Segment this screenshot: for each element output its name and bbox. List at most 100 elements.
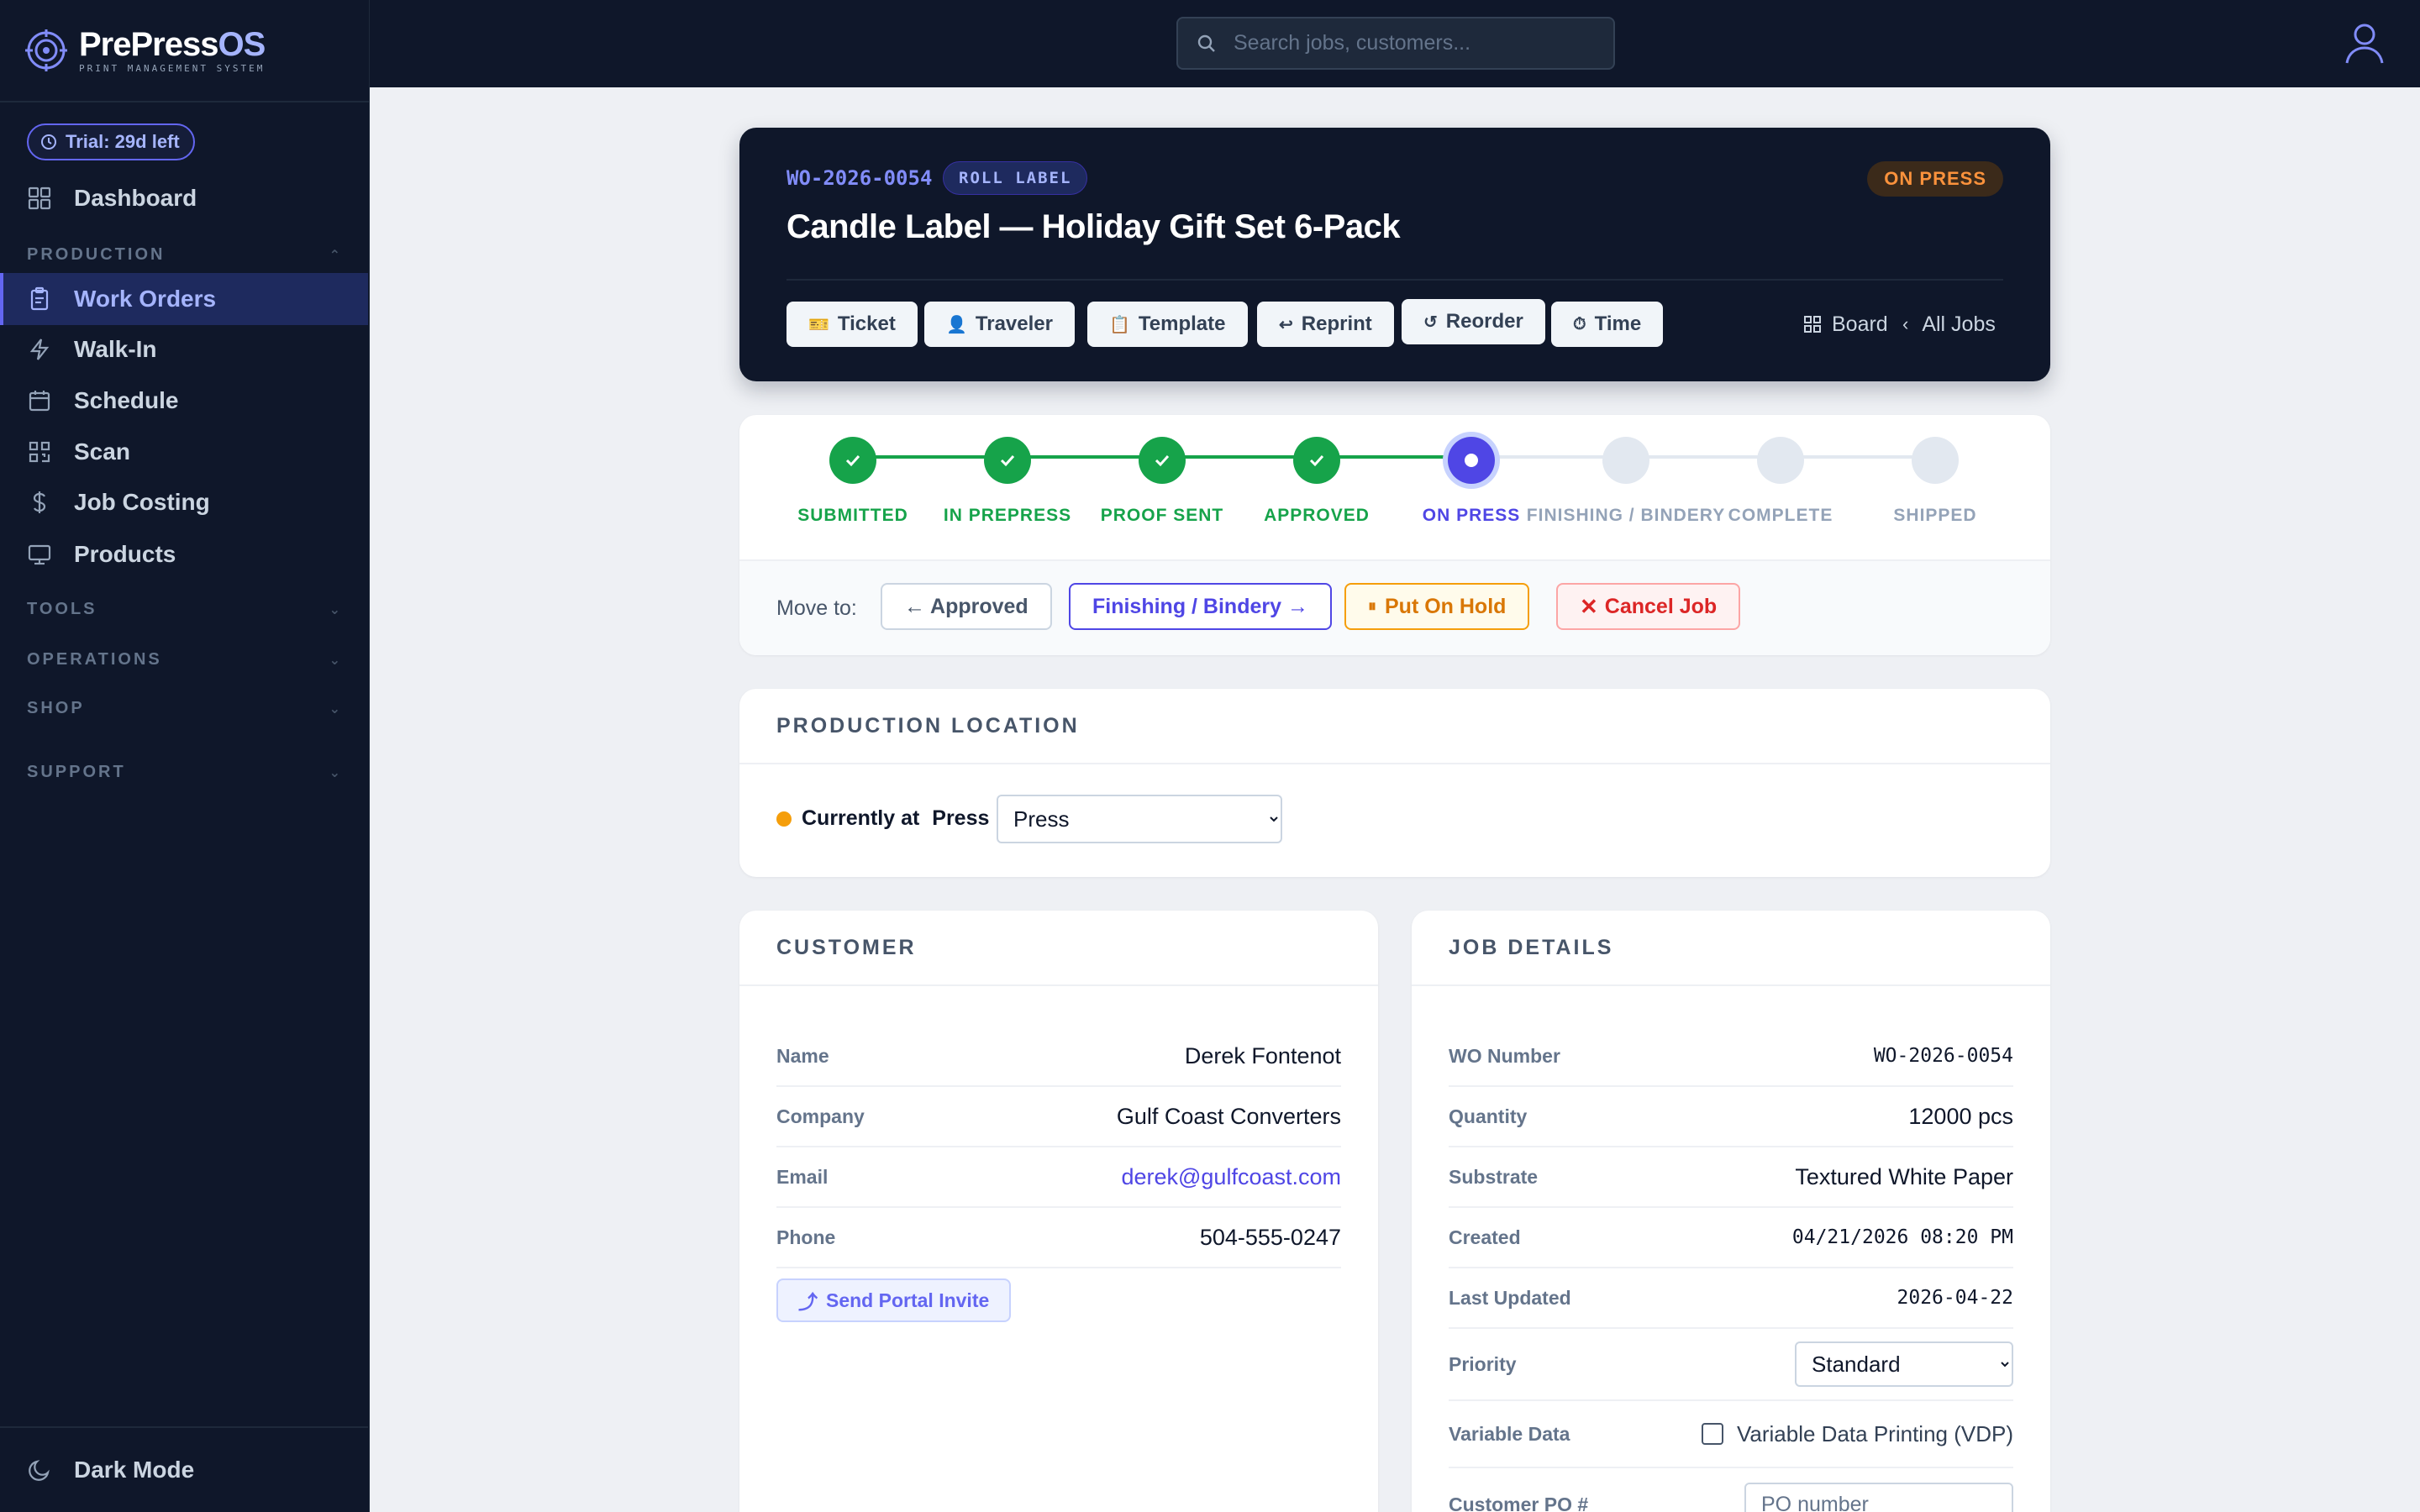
field-label: Variable Data bbox=[1449, 1422, 1570, 1445]
cancel-job-button[interactable]: ✕ Cancel Job bbox=[1556, 583, 1741, 630]
button-label: Send Portal Invite bbox=[826, 1289, 990, 1311]
traveler-icon: 👤 bbox=[946, 315, 967, 334]
check-icon bbox=[845, 454, 860, 467]
last-updated-row: Last Updated 2026-04-22 bbox=[1449, 1268, 2013, 1329]
customer-company-row: Company Gulf Coast Converters bbox=[776, 1087, 1341, 1147]
po-number-input[interactable] bbox=[1744, 1483, 2013, 1512]
section-label: TOOLS bbox=[27, 600, 97, 618]
section-shop[interactable]: SHOP ⌄ bbox=[27, 699, 343, 718]
chevron-down-icon: ⌄ bbox=[329, 765, 343, 780]
search-icon bbox=[1197, 34, 1215, 52]
card-heading: JOB DETAILS bbox=[1412, 911, 2050, 986]
sidebar-item-products[interactable]: Products bbox=[0, 528, 368, 580]
section-tools[interactable]: TOOLS ⌄ bbox=[27, 600, 343, 619]
board-link[interactable]: Board bbox=[1803, 302, 1888, 347]
dark-mode-label: Dark Mode bbox=[74, 1457, 195, 1483]
button-label: Traveler bbox=[975, 312, 1053, 335]
customer-po-row: Customer PO # bbox=[1449, 1468, 2013, 1512]
field-label: Name bbox=[776, 1044, 829, 1067]
field-value: 2026-04-22 bbox=[1897, 1287, 2013, 1309]
field-label: Last Updated bbox=[1449, 1286, 1571, 1309]
search-box[interactable] bbox=[1176, 17, 1615, 70]
customer-email-row: Email derek@gulfcoast.com bbox=[776, 1147, 1341, 1208]
sidebar-item-scan[interactable]: Scan bbox=[0, 426, 368, 478]
section-operations[interactable]: OPERATIONS ⌄ bbox=[27, 650, 343, 669]
chevron-down-icon: ⌄ bbox=[329, 701, 343, 717]
field-value: WO-2026-0054 bbox=[1873, 1045, 2013, 1067]
sidebar-item-dashboard[interactable]: Dashboard bbox=[0, 172, 368, 224]
step-finishing bbox=[1602, 437, 1649, 484]
button-label: Ticket bbox=[837, 312, 896, 335]
hold-button[interactable]: ⏸ Put On Hold bbox=[1344, 583, 1530, 630]
section-label: OPERATIONS bbox=[27, 650, 162, 669]
priority-row: Priority Standard bbox=[1449, 1329, 2013, 1401]
chevron-down-icon: ⌄ bbox=[329, 602, 343, 617]
field-label: Substrate bbox=[1449, 1165, 1539, 1188]
step-approved bbox=[1293, 437, 1340, 484]
field-label: Priority bbox=[1449, 1352, 1517, 1375]
step-complete bbox=[1757, 437, 1804, 484]
field-label: Company bbox=[776, 1105, 865, 1127]
page-title: Candle Label — Holiday Gift Set 6-Pack bbox=[786, 208, 1401, 245]
qr-scan-icon bbox=[29, 441, 50, 463]
field-label: Phone bbox=[776, 1226, 836, 1248]
traveler-button[interactable]: 👤 Traveler bbox=[924, 302, 1075, 347]
move-to-label: Move to: bbox=[776, 596, 857, 620]
quantity-row: Quantity 12000 pcs bbox=[1449, 1087, 2013, 1147]
sidebar-item-job-costing[interactable]: Job Costing bbox=[0, 476, 368, 528]
time-button[interactable]: ⏱ Time bbox=[1551, 302, 1664, 347]
priority-select[interactable]: Standard bbox=[1795, 1341, 2013, 1387]
reprint-button[interactable]: ↩ Reprint bbox=[1257, 302, 1394, 347]
step-label: COMPLETE bbox=[1728, 506, 1833, 525]
button-label: Reorder bbox=[1445, 310, 1523, 333]
move-back-button[interactable]: ← Approved bbox=[881, 583, 1052, 630]
step-label: IN PREPRESS bbox=[943, 506, 1072, 525]
section-production[interactable]: PRODUCTION ⌃ bbox=[27, 245, 343, 265]
all-jobs-label: All Jobs bbox=[1922, 312, 1996, 336]
all-jobs-link[interactable]: ‹ All Jobs bbox=[1902, 302, 1996, 347]
vdp-checkbox[interactable] bbox=[1702, 1423, 1723, 1445]
step-label: SUBMITTED bbox=[797, 506, 908, 525]
step-label: APPROVED bbox=[1264, 506, 1370, 525]
share-arrow-icon: ⤴ bbox=[798, 1291, 818, 1313]
template-button[interactable]: 📋 Template bbox=[1087, 302, 1248, 347]
brand-tagline: PRINT MANAGEMENT SYSTEM bbox=[79, 62, 266, 74]
monitor-icon bbox=[28, 544, 51, 565]
dark-mode-toggle[interactable]: Dark Mode bbox=[0, 1426, 368, 1512]
step-shipped bbox=[1912, 437, 1959, 484]
location-select[interactable]: Press bbox=[997, 795, 1282, 843]
reprint-icon: ↩ bbox=[1279, 315, 1293, 334]
board-label: Board bbox=[1832, 312, 1888, 336]
email-link[interactable]: derek@gulfcoast.com bbox=[1121, 1164, 1341, 1190]
send-portal-invite-button[interactable]: ⤴ Send Portal Invite bbox=[776, 1278, 1012, 1322]
chevron-up-icon: ⌃ bbox=[329, 248, 343, 263]
step-label: SHIPPED bbox=[1893, 506, 1977, 525]
brand-name: PrePressOS bbox=[79, 25, 266, 63]
field-label: Email bbox=[776, 1165, 829, 1188]
brand[interactable]: PrePressOS PRINT MANAGEMENT SYSTEM bbox=[0, 0, 369, 102]
move-to-bar: Move to: ← Approved Finishing / Bindery … bbox=[739, 559, 2050, 655]
field-label: WO Number bbox=[1449, 1044, 1560, 1067]
sidebar-item-walk-in[interactable]: Walk-In bbox=[0, 323, 368, 375]
section-support[interactable]: SUPPORT ⌄ bbox=[27, 763, 343, 782]
job-header-card: WO-2026-0054 ROLL LABEL ON PRESS Candle … bbox=[739, 128, 2050, 381]
vdp-checkbox-wrap[interactable]: Variable Data Printing (VDP) bbox=[1702, 1421, 2013, 1447]
job-details-card: JOB DETAILS WO Number WO-2026-0054 Quant… bbox=[1412, 911, 2050, 1512]
sidebar: PrePressOS PRINT MANAGEMENT SYSTEM Trial… bbox=[0, 0, 370, 1512]
field-value: 12000 pcs bbox=[1908, 1103, 2013, 1129]
user-icon[interactable] bbox=[2343, 21, 2386, 65]
move-forward-button[interactable]: Finishing / Bindery → bbox=[1069, 583, 1332, 630]
status-badge: ON PRESS bbox=[1867, 161, 2003, 197]
reorder-button[interactable]: ↺ Reorder bbox=[1402, 299, 1545, 344]
search-input[interactable] bbox=[1234, 31, 1603, 55]
substrate-row: Substrate Textured White Paper bbox=[1449, 1147, 2013, 1208]
trial-badge[interactable]: Trial: 29d left bbox=[27, 123, 195, 160]
sidebar-item-schedule[interactable]: Schedule bbox=[0, 375, 368, 427]
divider bbox=[786, 279, 2003, 281]
sidebar-item-work-orders[interactable]: Work Orders bbox=[0, 273, 368, 325]
card-heading: CUSTOMER bbox=[739, 911, 1378, 986]
sidebar-item-label: Job Costing bbox=[74, 489, 210, 515]
job-type-badge: ROLL LABEL bbox=[943, 161, 1088, 195]
ticket-button[interactable]: 🎫 Ticket bbox=[786, 302, 918, 347]
currently-at-label: Currently at bbox=[802, 806, 920, 830]
